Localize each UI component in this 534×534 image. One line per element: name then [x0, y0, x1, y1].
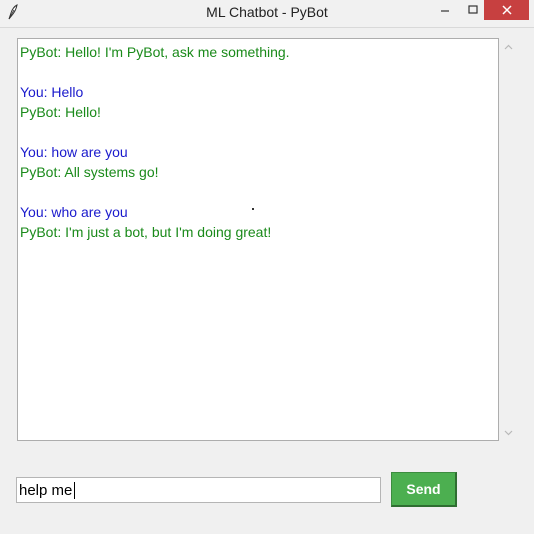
chat-spacer: [20, 182, 496, 202]
chat-log: PyBot: Hello! I'm PyBot, ask me somethin…: [20, 42, 496, 438]
text-caret: [74, 482, 75, 499]
cursor-dot: [252, 208, 254, 210]
message-input[interactable]: [16, 477, 381, 503]
scroll-down-button[interactable]: [500, 426, 517, 440]
chevron-down-icon: [504, 430, 513, 436]
chat-message-user: You: who are you: [20, 204, 128, 220]
minimize-icon: [441, 10, 449, 12]
chat-message-user: You: how are you: [20, 144, 128, 160]
title-bar: ML Chatbot - PyBot: [0, 0, 534, 28]
close-button[interactable]: [484, 0, 529, 20]
maximize-icon: [468, 5, 478, 14]
close-icon: [501, 5, 512, 15]
chat-message-bot: PyBot: All systems go!: [20, 164, 159, 180]
send-button[interactable]: Send: [391, 472, 457, 507]
chat-spacer: [20, 62, 496, 82]
chat-spacer: [20, 122, 496, 142]
scroll-up-button[interactable]: [500, 40, 517, 54]
chat-log-box[interactable]: PyBot: Hello! I'm PyBot, ask me somethin…: [17, 38, 499, 441]
chat-message-bot: PyBot: Hello!: [20, 104, 101, 120]
minimize-button[interactable]: [431, 0, 459, 20]
chevron-up-icon: [504, 44, 513, 50]
chat-message-bot: PyBot: Hello! I'm PyBot, ask me somethin…: [20, 44, 290, 60]
maximize-button[interactable]: [459, 0, 487, 20]
chat-scrollbar[interactable]: [500, 38, 517, 441]
chat-message-bot: PyBot: I'm just a bot, but I'm doing gre…: [20, 224, 272, 240]
chat-message-user: You: Hello: [20, 84, 84, 100]
